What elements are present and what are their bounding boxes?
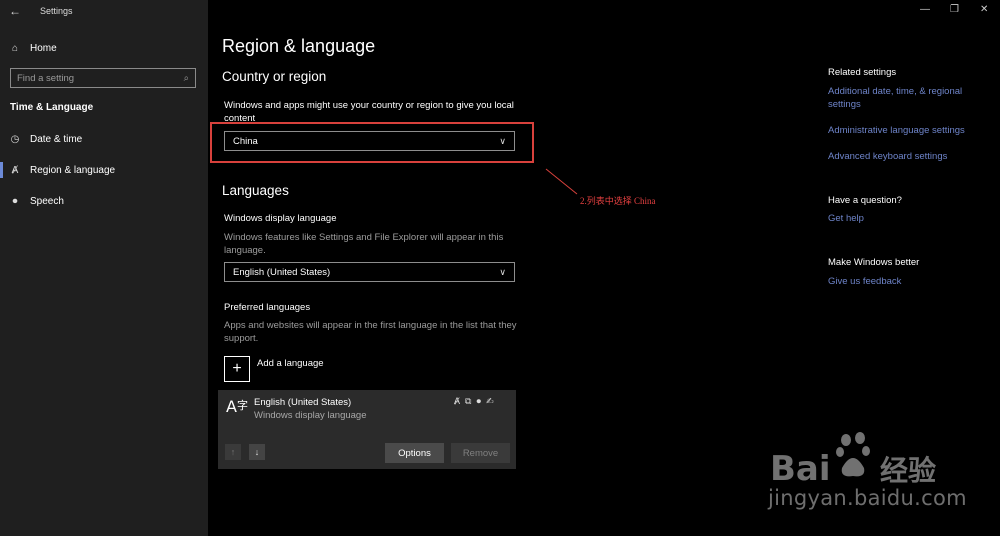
watermark-brand-cn: 经验 (880, 454, 936, 487)
sidebar-item-region-language[interactable]: Ⱥ Region & language (0, 158, 208, 182)
sidebar-item-date-time[interactable]: ◷ Date & time (0, 127, 208, 151)
search-input[interactable]: Find a setting ⌕ (10, 68, 196, 88)
back-button[interactable]: ← (0, 0, 30, 22)
back-arrow-icon: ← (9, 4, 21, 18)
language-glyph-icon: A字 (226, 397, 248, 416)
region-language-icon: Ⱥ (11, 164, 19, 176)
administrative-language-link[interactable]: Administrative language settings (828, 124, 988, 137)
make-windows-better-heading: Make Windows better (828, 257, 920, 268)
baidu-watermark-logo: Bai 经验 (770, 432, 936, 489)
remove-button[interactable]: Remove (451, 443, 510, 463)
country-heading: Country or region (222, 69, 327, 84)
move-down-button[interactable]: ↓ (249, 444, 265, 460)
add-language-button[interactable]: + (224, 356, 250, 382)
display-icon: ⧉ (465, 396, 472, 406)
arrow-up-icon: ↑ (230, 447, 236, 457)
microphone-icon: ⏺ (12, 195, 18, 207)
watermark-brand: Bai (770, 449, 831, 489)
clock-icon: ◷ (10, 133, 20, 145)
sidebar: ← Settings ⌂ Home Find a setting ⌕ Time … (0, 0, 208, 536)
speech-icon: ⏺ (476, 396, 481, 406)
watermark-url: jingyan.baidu.com (768, 486, 967, 510)
page-title: Region & language (222, 36, 376, 56)
section-heading: Time & Language (10, 102, 94, 113)
preferred-languages-description: Apps and websites will appear in the fir… (224, 320, 517, 344)
minimize-button[interactable]: — (920, 4, 930, 15)
add-language-label[interactable]: Add a language (257, 358, 324, 369)
display-language-label: Windows display language (224, 213, 337, 224)
chevron-down-icon: ∨ (499, 266, 506, 277)
additional-date-time-link[interactable]: Additional date, time, & regional settin… (828, 85, 988, 111)
highlight-box (210, 122, 534, 163)
restore-button[interactable]: ❐ (950, 4, 959, 15)
move-up-button[interactable]: ↑ (225, 444, 241, 460)
display-language-description: Windows features like Settings and File … (224, 232, 504, 256)
display-language-dropdown[interactable]: English (United States) ∨ (224, 262, 515, 282)
display-language-value: English (United States) (233, 266, 331, 278)
language-entry-subtitle: Windows display language (254, 410, 367, 421)
sidebar-item-label: Date & time (30, 133, 83, 145)
languages-heading: Languages (222, 183, 289, 198)
home-icon: ⌂ (11, 42, 19, 54)
arrow-down-icon: ↓ (254, 447, 260, 457)
home-label: Home (30, 42, 57, 54)
language-feature-icons: Ⱥ ⧉ ⏺ ✍ (454, 396, 494, 407)
language-pack-icon: Ⱥ (454, 396, 461, 406)
sidebar-item-label: Speech (30, 195, 64, 207)
search-placeholder: Find a setting (17, 72, 75, 84)
title-bar: ← Settings (0, 0, 208, 22)
preferred-languages-label: Preferred languages (224, 302, 311, 313)
annotation-text: 2.列表中选择 China (580, 196, 656, 206)
search-icon: ⌕ (183, 72, 189, 84)
plus-icon: + (232, 360, 242, 377)
language-entry-name: English (United States) (254, 397, 352, 408)
advanced-keyboard-link[interactable]: Advanced keyboard settings (828, 150, 988, 163)
give-feedback-link[interactable]: Give us feedback (828, 275, 988, 288)
options-button[interactable]: Options (385, 443, 444, 463)
close-button[interactable]: ✕ (980, 4, 988, 15)
handwriting-icon: ✍ (485, 396, 494, 406)
app-title: Settings (40, 6, 73, 16)
sidebar-item-speech[interactable]: ⏺ Speech (0, 189, 208, 213)
home-button[interactable]: ⌂ Home (0, 36, 208, 60)
related-settings-heading: Related settings (828, 67, 897, 78)
question-heading: Have a question? (828, 195, 902, 206)
get-help-link[interactable]: Get help (828, 212, 988, 225)
sidebar-item-label: Region & language (30, 164, 116, 176)
